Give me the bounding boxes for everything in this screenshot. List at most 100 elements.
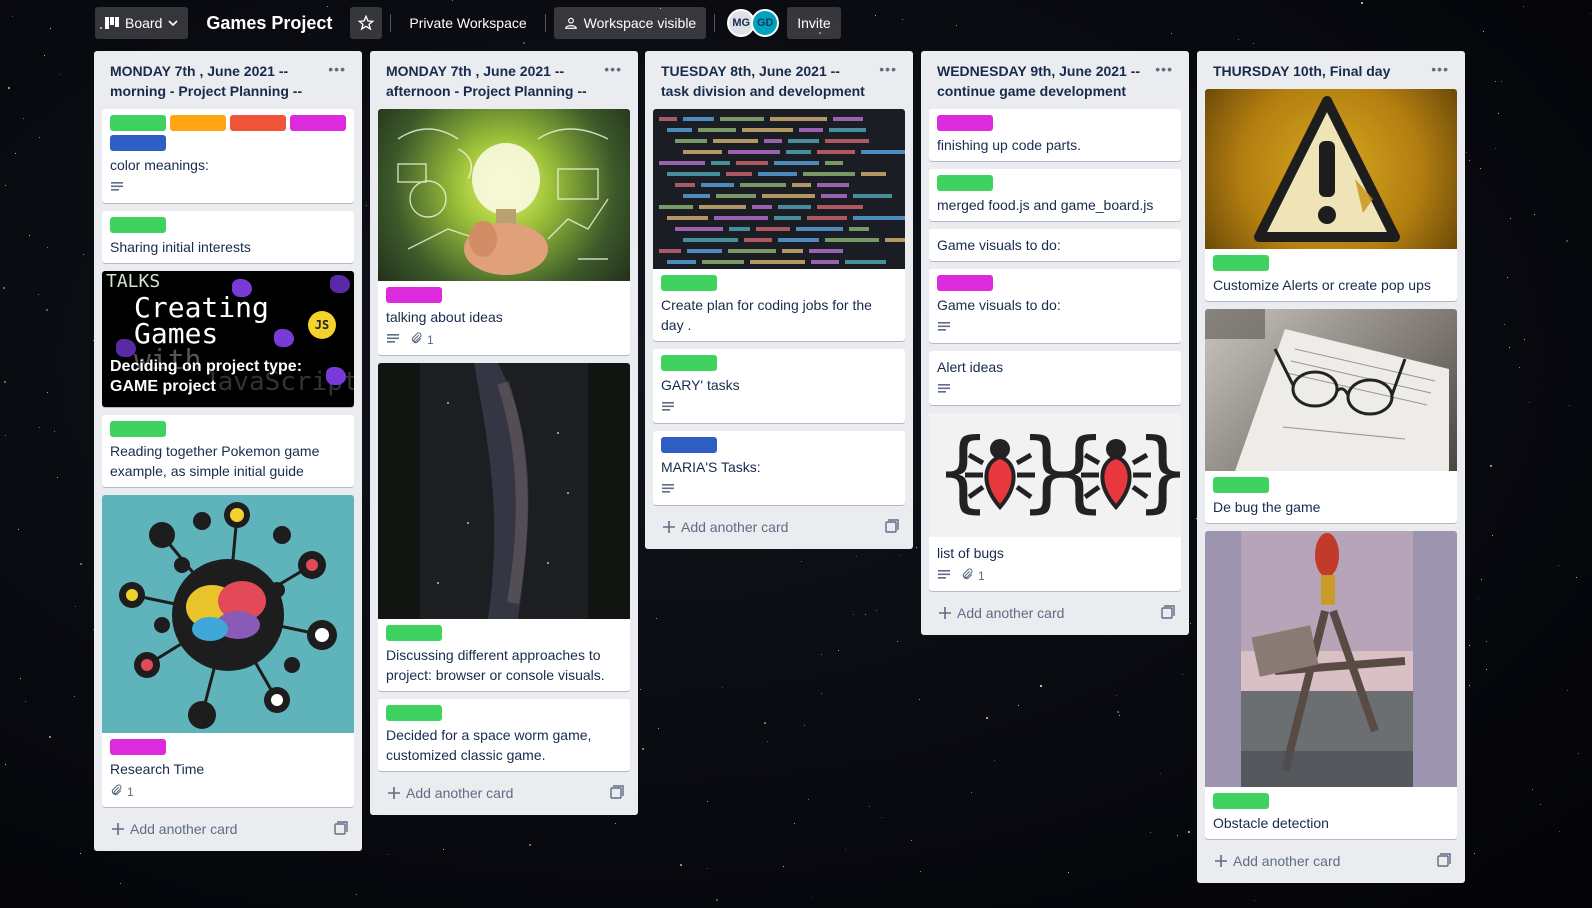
card[interactable]: talking about ideas 1 xyxy=(378,109,630,355)
star-dot xyxy=(1489,464,1492,467)
list-menu-button[interactable]: ••• xyxy=(604,61,622,101)
star-dot xyxy=(2,286,5,289)
add-card-label: Add another card xyxy=(130,821,238,837)
label-green[interactable] xyxy=(1213,477,1269,493)
card[interactable]: TALKS Creating Games with JavaScript JS Decidi… xyxy=(102,271,354,407)
label-blue[interactable] xyxy=(661,437,717,453)
card-template-icon[interactable] xyxy=(885,518,899,536)
star-dot xyxy=(919,871,921,873)
list-title[interactable]: THURSDAY 10th, Final day xyxy=(1213,61,1423,81)
label-green[interactable] xyxy=(661,275,717,291)
card[interactable]: MARIA'S Tasks: xyxy=(653,431,905,505)
list-title[interactable]: MONDAY 7th , June 2021 -- morning - Proj… xyxy=(110,61,320,101)
card[interactable]: De bug the game xyxy=(1205,309,1457,523)
card-body: Reading together Pokemon game example, a… xyxy=(102,415,354,487)
card-template-icon[interactable] xyxy=(1161,604,1175,622)
label-green[interactable] xyxy=(937,175,993,191)
star-dot xyxy=(1539,804,1541,806)
card[interactable]: { } { } list of bugs 1 xyxy=(929,413,1181,591)
list-column: WEDNESDAY 9th, June 2021 -- continue gam… xyxy=(921,51,1189,635)
star-dot xyxy=(57,477,59,479)
workspace-button[interactable]: Private Workspace xyxy=(399,7,536,39)
label-purple[interactable] xyxy=(290,115,346,131)
list-menu-button[interactable]: ••• xyxy=(328,61,346,101)
star-dot xyxy=(1040,685,1043,688)
add-card-button[interactable]: Add another card xyxy=(1215,853,1340,869)
label-purple[interactable] xyxy=(386,287,442,303)
label-green[interactable] xyxy=(1213,255,1269,271)
card-body: talking about ideas 1 xyxy=(378,281,630,355)
card[interactable]: Create plan for coding jobs for the day … xyxy=(653,109,905,341)
card[interactable]: Obstacle detection xyxy=(1205,531,1457,839)
card-labels xyxy=(110,115,346,151)
avatar[interactable]: GD xyxy=(751,9,780,37)
add-card-button[interactable]: Add another card xyxy=(939,605,1064,621)
card[interactable]: merged food.js and game_board.js xyxy=(929,169,1181,221)
invite-button[interactable]: Invite xyxy=(787,7,841,39)
star-dot xyxy=(120,883,122,885)
card[interactable]: Discussing different approaches to proje… xyxy=(378,363,630,691)
label-green[interactable] xyxy=(110,421,166,437)
label-green[interactable] xyxy=(1213,793,1269,809)
board-view-switcher[interactable]: Board xyxy=(95,7,189,39)
label-green[interactable] xyxy=(386,705,442,721)
description-icon xyxy=(661,401,675,416)
star-dot xyxy=(837,649,839,651)
card-list: talking about ideas 1 Discussing differen… xyxy=(378,109,630,771)
label-blue[interactable] xyxy=(110,135,166,151)
card[interactable]: Reading together Pokemon game example, a… xyxy=(102,415,354,487)
visibility-button[interactable]: Workspace visible xyxy=(553,7,707,39)
card-cover-image xyxy=(1205,309,1457,471)
attachment-icon xyxy=(961,568,974,584)
list-menu-button[interactable]: ••• xyxy=(879,61,897,101)
list-title[interactable]: WEDNESDAY 9th, June 2021 -- continue gam… xyxy=(937,61,1147,101)
card[interactable]: Decided for a space worm game, customize… xyxy=(378,699,630,771)
card-template-icon[interactable] xyxy=(610,784,624,802)
label-purple[interactable] xyxy=(110,739,166,755)
cover-decoration xyxy=(232,279,252,297)
card-labels xyxy=(661,275,897,291)
board-title[interactable]: Games Project xyxy=(196,13,342,34)
card[interactable]: color meanings: xyxy=(102,109,354,203)
add-card-button[interactable]: Add another card xyxy=(388,785,513,801)
star-dot xyxy=(1116,710,1119,713)
list-title[interactable]: TUESDAY 8th, June 2021 -- task division … xyxy=(661,61,871,101)
label-green[interactable] xyxy=(110,115,166,131)
star-dot xyxy=(856,555,858,557)
card[interactable]: Sharing initial interests xyxy=(102,211,354,263)
description-icon xyxy=(661,483,675,498)
card[interactable]: Research Time 1 xyxy=(102,495,354,807)
label-green[interactable] xyxy=(661,355,717,371)
label-purple[interactable] xyxy=(937,275,993,291)
card-cover-image xyxy=(378,109,630,281)
star-dot xyxy=(79,563,82,566)
star-button[interactable] xyxy=(350,7,383,39)
label-orange[interactable] xyxy=(170,115,226,131)
card[interactable]: Game visuals to do: xyxy=(929,269,1181,343)
list-menu-button[interactable]: ••• xyxy=(1155,61,1173,101)
add-card-button[interactable]: Add another card xyxy=(112,821,237,837)
add-card-button[interactable]: Add another card xyxy=(663,519,788,535)
card-title: Create plan for coding jobs for the day … xyxy=(661,297,872,333)
label-purple[interactable] xyxy=(937,115,993,131)
card-template-icon[interactable] xyxy=(334,820,348,838)
label-green[interactable] xyxy=(110,217,166,233)
card[interactable]: Game visuals to do: xyxy=(929,229,1181,261)
label-red[interactable] xyxy=(230,115,286,131)
star-dot xyxy=(1067,872,1069,874)
star-dot xyxy=(800,560,802,562)
plus-icon xyxy=(112,823,124,835)
card[interactable]: Alert ideas xyxy=(929,351,1181,405)
star-dot xyxy=(1578,752,1580,754)
card[interactable]: finishing up code parts. xyxy=(929,109,1181,161)
card-title: Game visuals to do: xyxy=(937,297,1061,313)
card[interactable]: Customize Alerts or create pop ups xyxy=(1205,89,1457,301)
card-template-icon[interactable] xyxy=(1437,852,1451,870)
card[interactable]: GARY' tasks xyxy=(653,349,905,423)
list-column: MONDAY 7th , June 2021 -- afternoon - Pr… xyxy=(370,51,638,815)
list-menu-button[interactable]: ••• xyxy=(1431,61,1449,81)
label-green[interactable] xyxy=(386,625,442,641)
list-title[interactable]: MONDAY 7th , June 2021 -- afternoon - Pr… xyxy=(386,61,596,101)
card-title: GARY' tasks xyxy=(661,377,740,393)
card-body: Game visuals to do: xyxy=(929,269,1181,343)
